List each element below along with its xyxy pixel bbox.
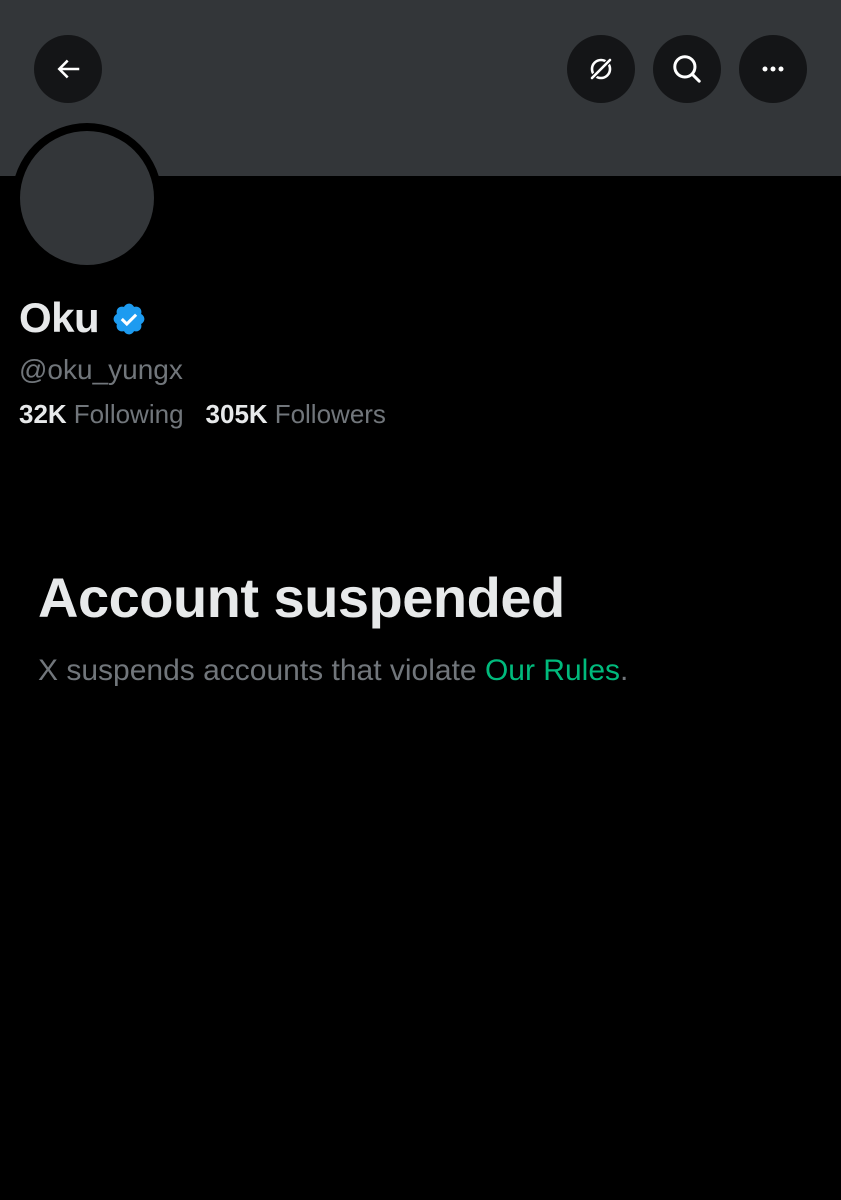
followers-label: Followers [274,399,386,429]
suspension-message: X suspends accounts that violate Our Rul… [38,650,628,692]
follow-stats: 32K Following 305K Followers [19,395,386,433]
suspension-message-text: X suspends accounts that violate [38,654,485,687]
suspension-message-end: . [620,654,629,687]
more-horizontal-icon [762,66,784,72]
avatar[interactable] [20,131,154,265]
followers-stat[interactable]: 305K Followers [206,395,386,433]
search-icon [673,55,701,83]
search-button[interactable] [653,35,721,103]
following-stat[interactable]: 32K Following [19,395,184,433]
user-handle: @oku_yungx [19,354,183,385]
grok-button[interactable] [567,35,635,103]
arrow-left-icon [57,59,80,79]
verified-badge-icon[interactable] [111,301,147,337]
suspension-title: Account suspended [38,566,565,629]
more-options-button[interactable] [739,35,807,103]
our-rules-link[interactable]: Our Rules [485,654,620,687]
followers-count: 305K [205,399,268,429]
display-name: Oku [19,294,100,341]
following-label: Following [73,399,184,429]
profile-name-row: Oku [19,292,147,344]
following-count: 32K [19,399,67,429]
grok-icon [589,57,613,81]
back-button[interactable] [34,35,102,103]
